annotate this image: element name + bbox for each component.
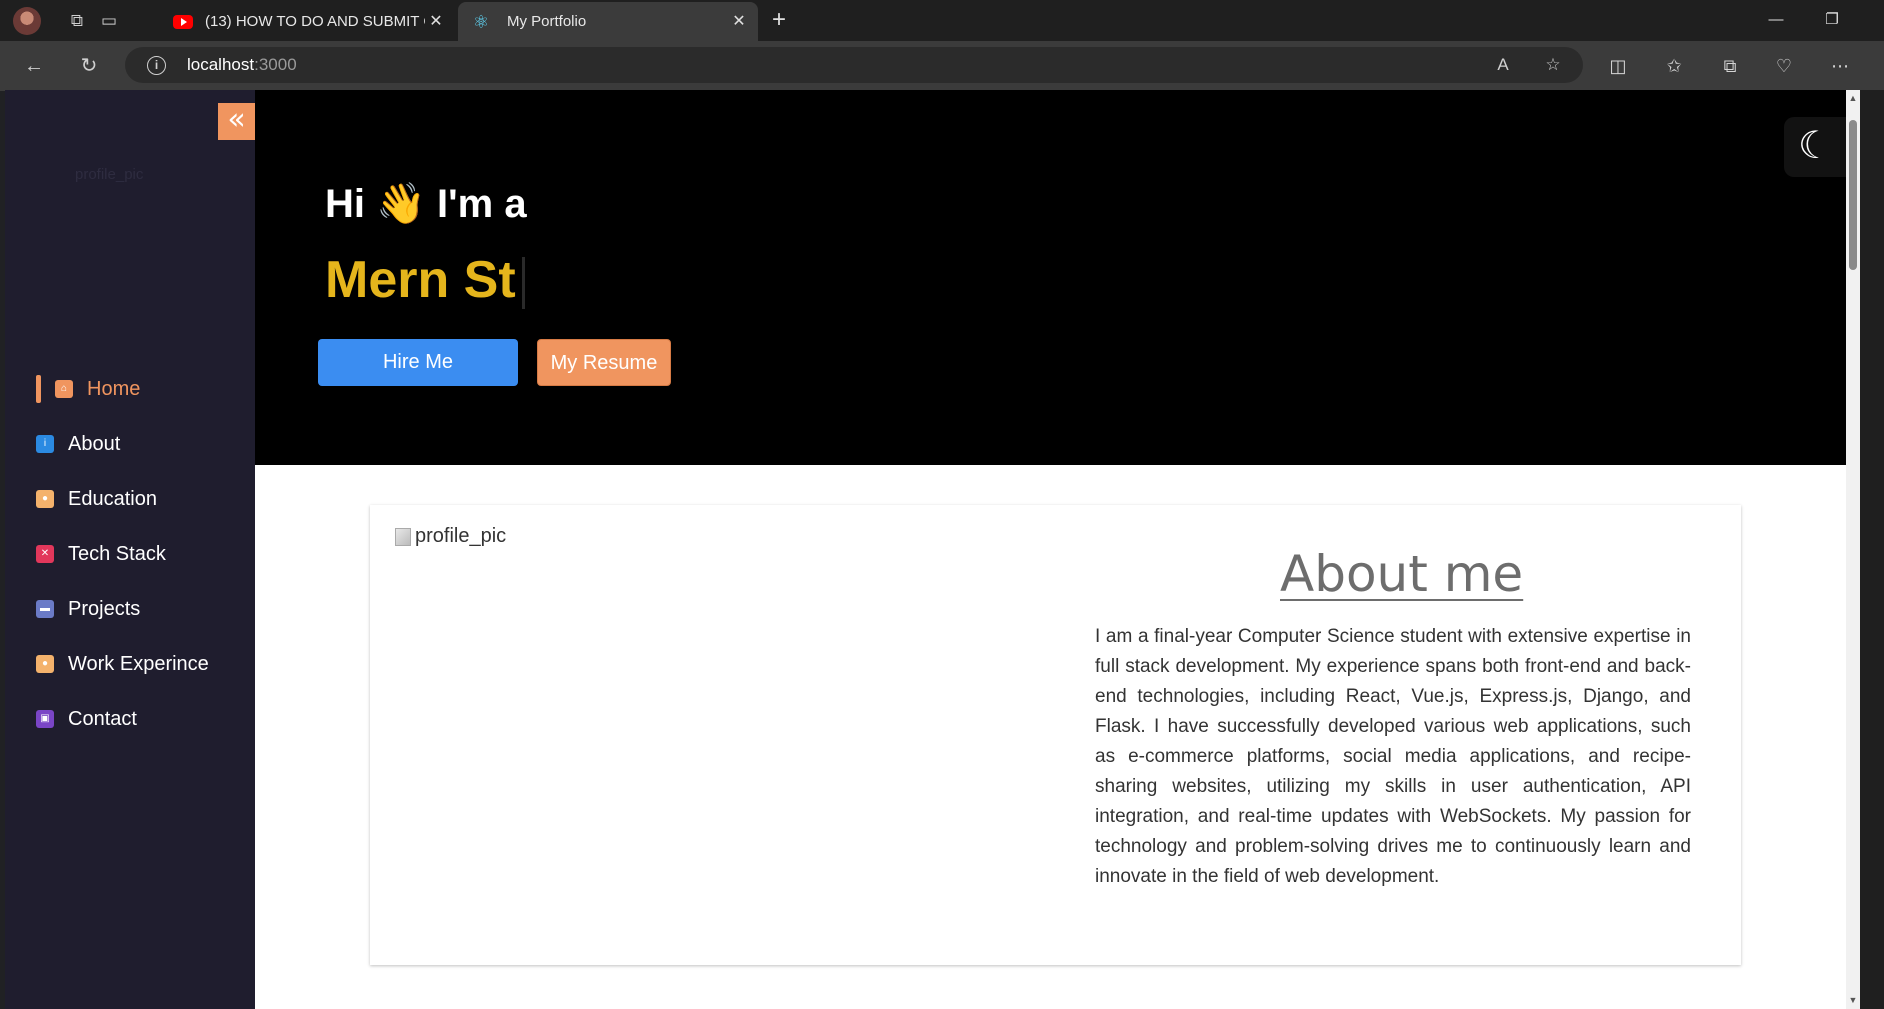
scroll-track[interactable]: ▲ ▼ bbox=[1846, 90, 1860, 1009]
address-toolbar: ← ↻ i localhost:3000 A ☆ ◫ ✩ ⧉ ♡ ⋯ bbox=[0, 41, 1884, 91]
hero-section: Hi 👋 I'm a Mern St Hire Me My Resume bbox=[255, 90, 1846, 465]
hire-me-button[interactable]: Hire Me bbox=[318, 339, 518, 386]
student-icon: ● bbox=[36, 490, 54, 508]
sidebar-item-work-experience[interactable]: ● Work Experince bbox=[36, 647, 209, 681]
hero-role-typewriter: Mern St bbox=[325, 250, 525, 310]
browser-essentials-icon[interactable]: ♡ bbox=[1770, 52, 1798, 80]
back-button[interactable]: ← bbox=[20, 52, 48, 80]
dna-icon: ✕ bbox=[36, 545, 54, 563]
sidebar-item-label: Projects bbox=[68, 597, 141, 620]
sidebar-profile-pic: profile_pic bbox=[75, 166, 144, 183]
close-tab-icon[interactable]: ✕ bbox=[728, 11, 750, 33]
scroll-down-icon[interactable]: ▼ bbox=[1848, 995, 1858, 1005]
scroll-thumb[interactable] bbox=[1849, 120, 1857, 270]
sidebar-item-label: Work Experince bbox=[68, 652, 209, 675]
read-aloud-icon[interactable]: A bbox=[1490, 53, 1516, 77]
close-tab-icon[interactable]: ✕ bbox=[425, 11, 447, 33]
hero-greeting: Hi 👋 I'm a bbox=[325, 182, 527, 226]
profile-image: profile_pic bbox=[395, 525, 506, 548]
tab-youtube[interactable]: (13) HOW TO DO AND SUBMIT C ✕ bbox=[163, 2, 455, 41]
sidebar-item-label: Education bbox=[68, 487, 157, 510]
active-indicator bbox=[36, 375, 41, 403]
info-icon: i bbox=[36, 435, 54, 453]
sidebar-item-label: Home bbox=[87, 377, 141, 400]
my-resume-button[interactable]: My Resume bbox=[537, 339, 671, 386]
tab-strip: ⧉ ▭ (13) HOW TO DO AND SUBMIT C ✕ ⚛ My P… bbox=[0, 0, 1884, 41]
favorite-star-icon[interactable]: ☆ bbox=[1540, 53, 1566, 77]
browser-window: ⧉ ▭ (13) HOW TO DO AND SUBMIT C ✕ ⚛ My P… bbox=[0, 0, 1884, 1009]
favorites-icon[interactable]: ✩ bbox=[1660, 52, 1688, 80]
scroll-up-icon[interactable]: ▲ bbox=[1848, 93, 1858, 103]
tab-portfolio[interactable]: ⚛ My Portfolio ✕ bbox=[458, 2, 758, 41]
typing-cursor bbox=[521, 257, 525, 310]
collapse-sidebar-button[interactable]: « bbox=[218, 103, 255, 140]
about-card: profile_pic About me I am a final-year C… bbox=[370, 505, 1741, 965]
sidebar-item-label: Contact bbox=[68, 707, 137, 730]
address-bar[interactable]: i localhost:3000 A ☆ bbox=[125, 47, 1583, 83]
restore-button[interactable]: ❐ bbox=[1815, 6, 1849, 34]
refresh-button[interactable]: ↻ bbox=[75, 52, 103, 80]
workspaces-icon[interactable]: ⧉ bbox=[64, 8, 90, 34]
sidebar-item-about[interactable]: i About bbox=[36, 427, 120, 461]
sidebar-item-projects[interactable]: ▬ Projects bbox=[36, 592, 140, 626]
page-viewport: « profile_pic ⌂ Home i About ● Education… bbox=[5, 90, 1846, 1009]
contact-card-icon: ▣ bbox=[36, 710, 54, 728]
sidebar-item-contact[interactable]: ▣ Contact bbox=[36, 702, 137, 736]
url-text[interactable]: localhost:3000 bbox=[187, 55, 297, 75]
sidebar-item-home[interactable]: ⌂ Home bbox=[36, 372, 140, 406]
sidebar: « profile_pic ⌂ Home i About ● Education… bbox=[5, 90, 255, 1009]
sidebar-item-education[interactable]: ● Education bbox=[36, 482, 157, 516]
home-icon: ⌂ bbox=[55, 380, 73, 398]
more-options-icon[interactable]: ⋯ bbox=[1826, 52, 1854, 80]
about-paragraph: I am a final-year Computer Science stude… bbox=[1095, 626, 1691, 887]
profile-image-alt: profile_pic bbox=[415, 525, 507, 547]
new-tab-button[interactable]: + bbox=[766, 8, 792, 34]
broken-image-icon bbox=[395, 527, 411, 546]
tab-title: My Portfolio bbox=[507, 13, 587, 30]
collections-icon[interactable]: ⧉ bbox=[1716, 52, 1744, 80]
technologist-icon: ● bbox=[36, 655, 54, 673]
split-screen-icon[interactable]: ◫ bbox=[1604, 52, 1632, 80]
projector-icon: ▬ bbox=[36, 600, 54, 618]
about-title: About me bbox=[1280, 545, 1524, 603]
minimize-button[interactable]: — bbox=[1759, 6, 1793, 34]
tab-actions-icon[interactable]: ▭ bbox=[96, 8, 122, 34]
react-icon: ⚛ bbox=[472, 11, 490, 32]
sidebar-item-label: Tech Stack bbox=[68, 542, 166, 565]
dark-mode-toggle[interactable]: ☾ bbox=[1784, 117, 1846, 177]
site-info-icon[interactable]: i bbox=[147, 56, 166, 75]
sidebar-item-tech-stack[interactable]: ✕ Tech Stack bbox=[36, 537, 166, 571]
tab-title: (13) HOW TO DO AND SUBMIT C bbox=[205, 13, 425, 30]
youtube-icon bbox=[173, 14, 193, 29]
profile-avatar[interactable] bbox=[13, 7, 41, 35]
sidebar-item-label: About bbox=[68, 432, 121, 455]
page-scrollbar[interactable]: ▲ ▼ bbox=[1846, 90, 1884, 1009]
